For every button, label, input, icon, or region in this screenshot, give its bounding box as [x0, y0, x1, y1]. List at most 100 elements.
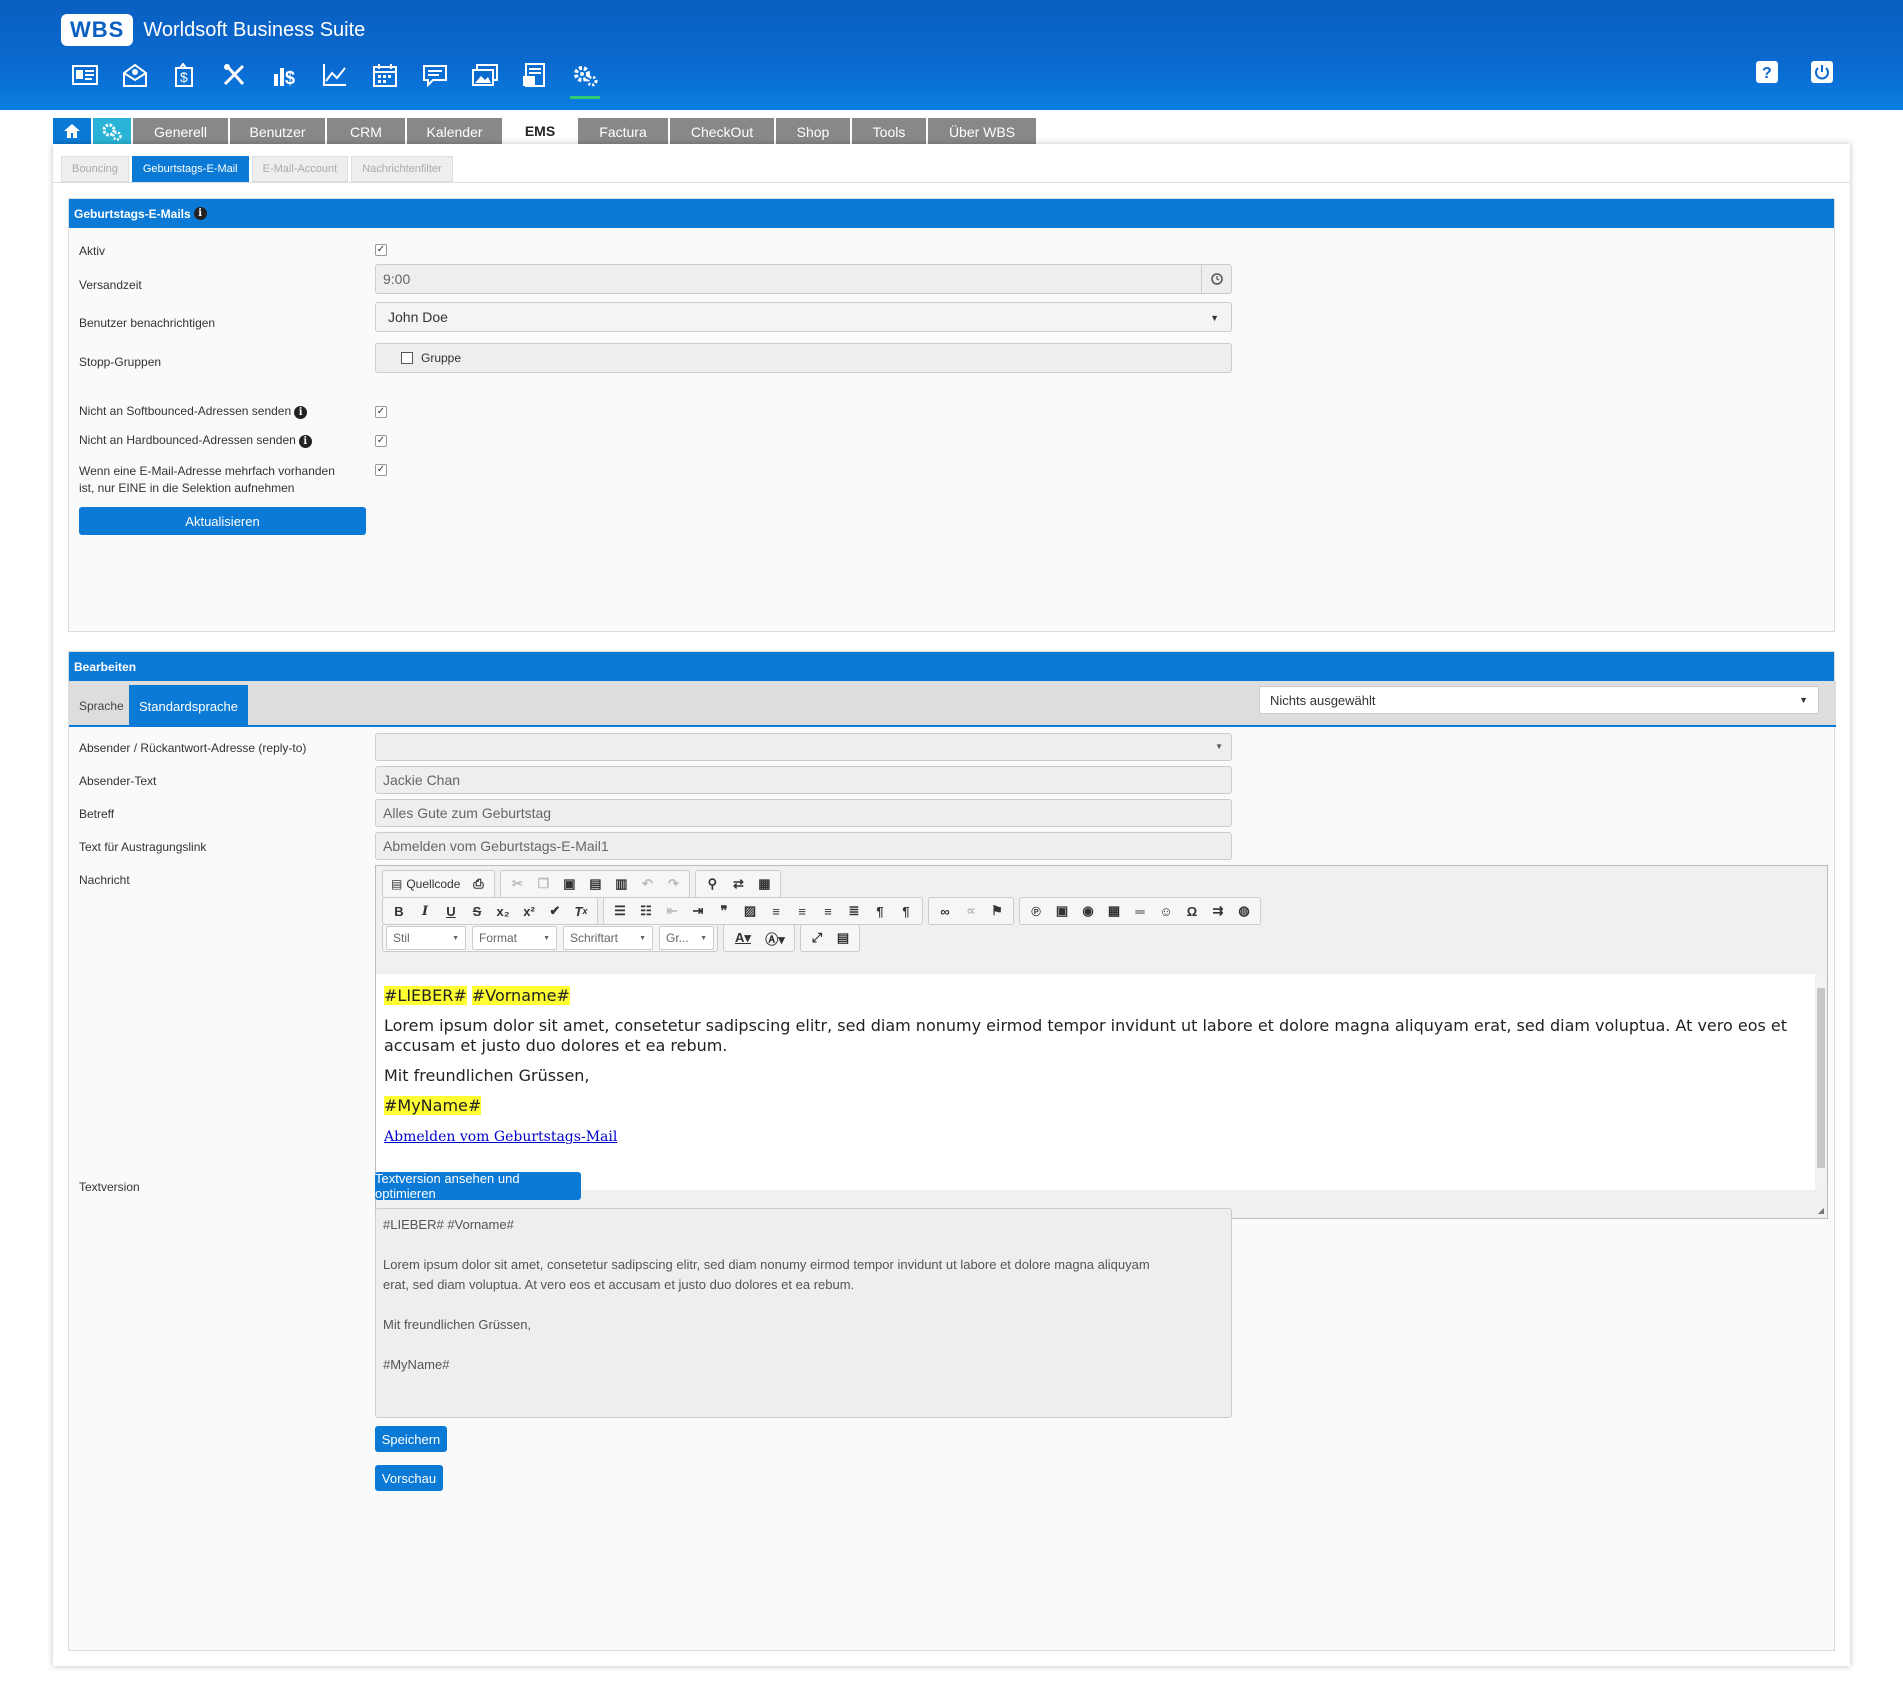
link-icon[interactable]: ∞	[932, 899, 958, 923]
superscript-icon[interactable]: x²	[516, 899, 542, 923]
placeholder-icon[interactable]: ℗	[1023, 899, 1049, 923]
resize-handle-icon[interactable]: ◢	[1818, 1206, 1824, 1215]
tab-tools[interactable]: Tools	[852, 118, 926, 146]
remove-format-icon[interactable]: Tx	[568, 899, 594, 923]
rtl-icon[interactable]: ¶	[893, 899, 919, 923]
copy-icon[interactable]: ❐	[530, 872, 556, 896]
style-combo[interactable]: Stil ▼	[386, 926, 466, 950]
scrollbar-thumb[interactable]	[1817, 988, 1825, 1168]
help-icon[interactable]: ?	[1755, 60, 1779, 84]
settings-gears-icon[interactable]	[560, 60, 610, 99]
unsubscribe-link[interactable]: Abmelden vom Geburtstags-Mail	[384, 1129, 617, 1145]
page-break-icon[interactable]: ⇉	[1205, 899, 1231, 923]
money-bag-icon[interactable]: $	[160, 60, 210, 90]
textversion-button[interactable]: Textversion ansehen und optimieren	[375, 1171, 581, 1201]
subscript-icon[interactable]: x₂	[490, 899, 516, 923]
flash-icon[interactable]: ◉	[1075, 899, 1101, 923]
blockquote-icon[interactable]: ❞	[711, 899, 737, 923]
betreff-input[interactable]: Alles Gute zum Geburtstag	[375, 799, 1232, 827]
info-icon[interactable]: i	[193, 207, 207, 220]
image-icon[interactable]: ▣	[1049, 899, 1075, 923]
select-all-icon[interactable]: ▦	[751, 872, 777, 896]
bullet-list-icon[interactable]: ☷	[633, 899, 659, 923]
hardbounce-checkbox[interactable]: ✓	[375, 435, 387, 447]
font-combo[interactable]: Schriftart ▼	[563, 926, 653, 950]
tab-kalender[interactable]: Kalender	[407, 118, 502, 146]
align-center-icon[interactable]: ≡	[789, 899, 815, 923]
subtab-nachrichtenfilter[interactable]: Nachrichtenfilter	[351, 156, 453, 182]
subtab-bouncing[interactable]: Bouncing	[61, 156, 129, 182]
editor-content[interactable]: #LIEBER# #Vorname# Lorem ipsum dolor sit…	[376, 974, 1827, 1190]
paste-icon[interactable]: ▣	[556, 872, 582, 896]
ltr-icon[interactable]: ¶	[867, 899, 893, 923]
tools-icon[interactable]	[210, 60, 260, 90]
special-char-icon[interactable]: Ω	[1179, 899, 1205, 923]
format-combo[interactable]: Format ▼	[472, 926, 557, 950]
paste-word-icon[interactable]: ▥	[608, 872, 634, 896]
redo-icon[interactable]: ↷	[660, 872, 686, 896]
gruppe-checkbox[interactable]	[401, 352, 413, 364]
text-color-icon[interactable]: A▾	[727, 926, 759, 950]
align-left-icon[interactable]: ≡	[763, 899, 789, 923]
underline-icon[interactable]: U	[438, 899, 464, 923]
tab-crm[interactable]: CRM	[327, 118, 405, 146]
duplicate-checkbox[interactable]: ✓	[375, 464, 387, 476]
smiley-icon[interactable]: ☺	[1153, 899, 1179, 923]
absender-select[interactable]: ▼	[375, 733, 1232, 761]
anchor-flag-icon[interactable]: ⚑	[984, 899, 1010, 923]
undo-icon[interactable]: ↶	[634, 872, 660, 896]
aktiv-checkbox[interactable]: ✓	[375, 244, 387, 256]
info-icon[interactable]: i	[298, 435, 312, 448]
div-container-icon[interactable]: ▨	[737, 899, 763, 923]
subtab-email-account[interactable]: E-Mail-Account	[251, 156, 349, 182]
contacts-card-icon[interactable]	[60, 60, 110, 90]
horizontal-line-icon[interactable]: ═	[1127, 899, 1153, 923]
mail-icon[interactable]	[110, 60, 160, 90]
indent-icon[interactable]: ⇥	[685, 899, 711, 923]
align-right-icon[interactable]: ≡	[815, 899, 841, 923]
show-blocks-icon[interactable]: ▤	[830, 926, 856, 950]
unlink-icon[interactable]: ∝	[958, 899, 984, 923]
calendar-icon[interactable]	[360, 60, 410, 90]
cut-icon[interactable]: ✂	[504, 872, 530, 896]
preview-button[interactable]: Vorschau	[375, 1465, 443, 1491]
outdent-icon[interactable]: ⇤	[659, 899, 685, 923]
images-icon[interactable]	[460, 60, 510, 90]
size-combo[interactable]: Gr... ▼	[659, 926, 714, 950]
bold-icon[interactable]: B	[386, 899, 412, 923]
tab-ems[interactable]: EMS	[504, 116, 576, 146]
tab-factura[interactable]: Factura	[578, 118, 668, 146]
tab-ueber-wbs[interactable]: Über WBS	[928, 118, 1036, 146]
tab-standardsprache[interactable]: Standardsprache	[129, 685, 249, 727]
benutzer-select[interactable]: John Doe ▼	[375, 302, 1232, 332]
paste-text-icon[interactable]: ▤	[582, 872, 608, 896]
source-button[interactable]: ▤ Quellcode	[386, 872, 465, 896]
strikethrough-icon[interactable]: S	[464, 899, 490, 923]
find-icon[interactable]: ⚲	[699, 872, 725, 896]
revenue-icon[interactable]: $	[260, 60, 310, 90]
newsletter-icon[interactable]	[510, 60, 560, 90]
settings-tab[interactable]	[93, 118, 131, 146]
spellcheck-icon[interactable]: ✔	[542, 899, 568, 923]
versandzeit-input[interactable]: 9:00	[375, 264, 1232, 294]
maximize-icon[interactable]: ⤢	[804, 926, 830, 950]
preview-icon[interactable]: ⎙	[465, 872, 491, 896]
subtab-geburtstags-email[interactable]: Geburtstags-E-Mail	[131, 156, 249, 182]
tab-checkout[interactable]: CheckOut	[670, 118, 774, 146]
numbered-list-icon[interactable]: ☰	[607, 899, 633, 923]
tab-shop[interactable]: Shop	[776, 118, 850, 146]
aktualisieren-button[interactable]: Aktualisieren	[79, 507, 366, 535]
language-select[interactable]: Nichts ausgewählt ▼	[1259, 686, 1819, 714]
textversion-textarea[interactable]: #LIEBER# #Vorname# Lorem ipsum dolor sit…	[375, 1208, 1232, 1418]
austragungslink-input[interactable]: Abmelden vom Geburtstags-E-Mail1	[375, 832, 1232, 860]
replace-icon[interactable]: ⇄	[725, 872, 751, 896]
tab-benutzer[interactable]: Benutzer	[230, 118, 325, 146]
iframe-icon[interactable]: ◍	[1231, 899, 1257, 923]
softbounce-checkbox[interactable]: ✓	[375, 406, 387, 418]
home-tab[interactable]	[53, 118, 91, 146]
italic-icon[interactable]: I	[412, 899, 438, 923]
bg-color-icon[interactable]: Ⓐ▾	[759, 926, 791, 950]
chart-icon[interactable]	[310, 60, 360, 90]
save-button[interactable]: Speichern	[375, 1426, 447, 1452]
justify-icon[interactable]: ≣	[841, 899, 867, 923]
